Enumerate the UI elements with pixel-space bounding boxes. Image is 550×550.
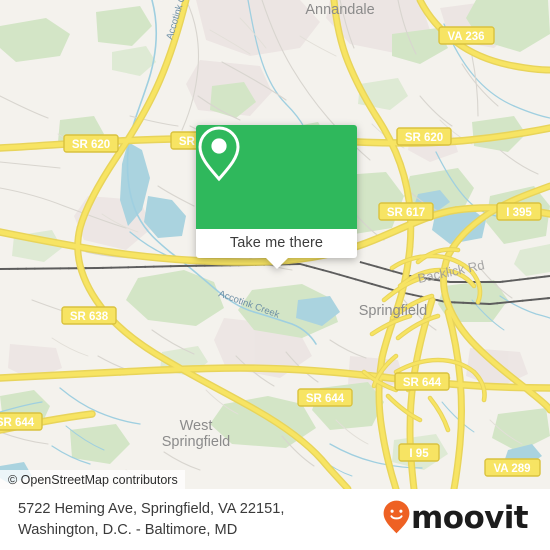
svg-text:SR 620: SR 620	[72, 139, 110, 151]
svg-text:Annandale: Annandale	[305, 2, 374, 18]
moovit-wordmark: moovit	[411, 499, 529, 536]
map-attribution[interactable]: © OpenStreetMap contributors	[0, 470, 185, 489]
moovit-map-screenshot: .rd { fill:none; stroke:#f7e463; stroke-…	[0, 0, 550, 550]
popup-tail	[265, 258, 288, 269]
footer-bar: 5722 Heming Ave, Springfield, VA 22151, …	[0, 489, 550, 550]
svg-text:I 395: I 395	[506, 207, 532, 219]
svg-text:VA 236: VA 236	[447, 31, 484, 43]
address-line-1: 5722 Heming Ave, Springfield, VA 22151,	[18, 500, 285, 517]
svg-text:I 95: I 95	[409, 448, 429, 460]
svg-text:SR 644: SR 644	[403, 377, 442, 389]
svg-text:West: West	[180, 418, 213, 434]
svg-text:Springfield: Springfield	[162, 434, 231, 450]
svg-text:SR 644: SR 644	[0, 417, 35, 429]
svg-text:Springfield: Springfield	[359, 303, 428, 319]
take-me-there-button[interactable]: Take me there	[196, 229, 357, 269]
svg-text:SR 638: SR 638	[70, 311, 109, 323]
moovit-pin-icon	[383, 500, 410, 539]
svg-text:SR 644: SR 644	[306, 393, 345, 405]
location-popup-card[interactable]: Take me there	[196, 125, 357, 269]
popup-header	[196, 125, 357, 229]
map-canvas[interactable]: .rd { fill:none; stroke:#f7e463; stroke-…	[0, 0, 550, 489]
svg-text:SR 617: SR 617	[387, 207, 425, 219]
moovit-logo[interactable]: moovit	[383, 499, 529, 539]
svg-text:VA 289: VA 289	[493, 463, 530, 475]
address-line-2: Washington, D.C. - Baltimore, MD	[18, 521, 238, 538]
svg-text:SR 620: SR 620	[405, 132, 443, 144]
address-block: 5722 Heming Ave, Springfield, VA 22151, …	[18, 499, 383, 540]
take-me-there-label: Take me there	[229, 234, 324, 251]
